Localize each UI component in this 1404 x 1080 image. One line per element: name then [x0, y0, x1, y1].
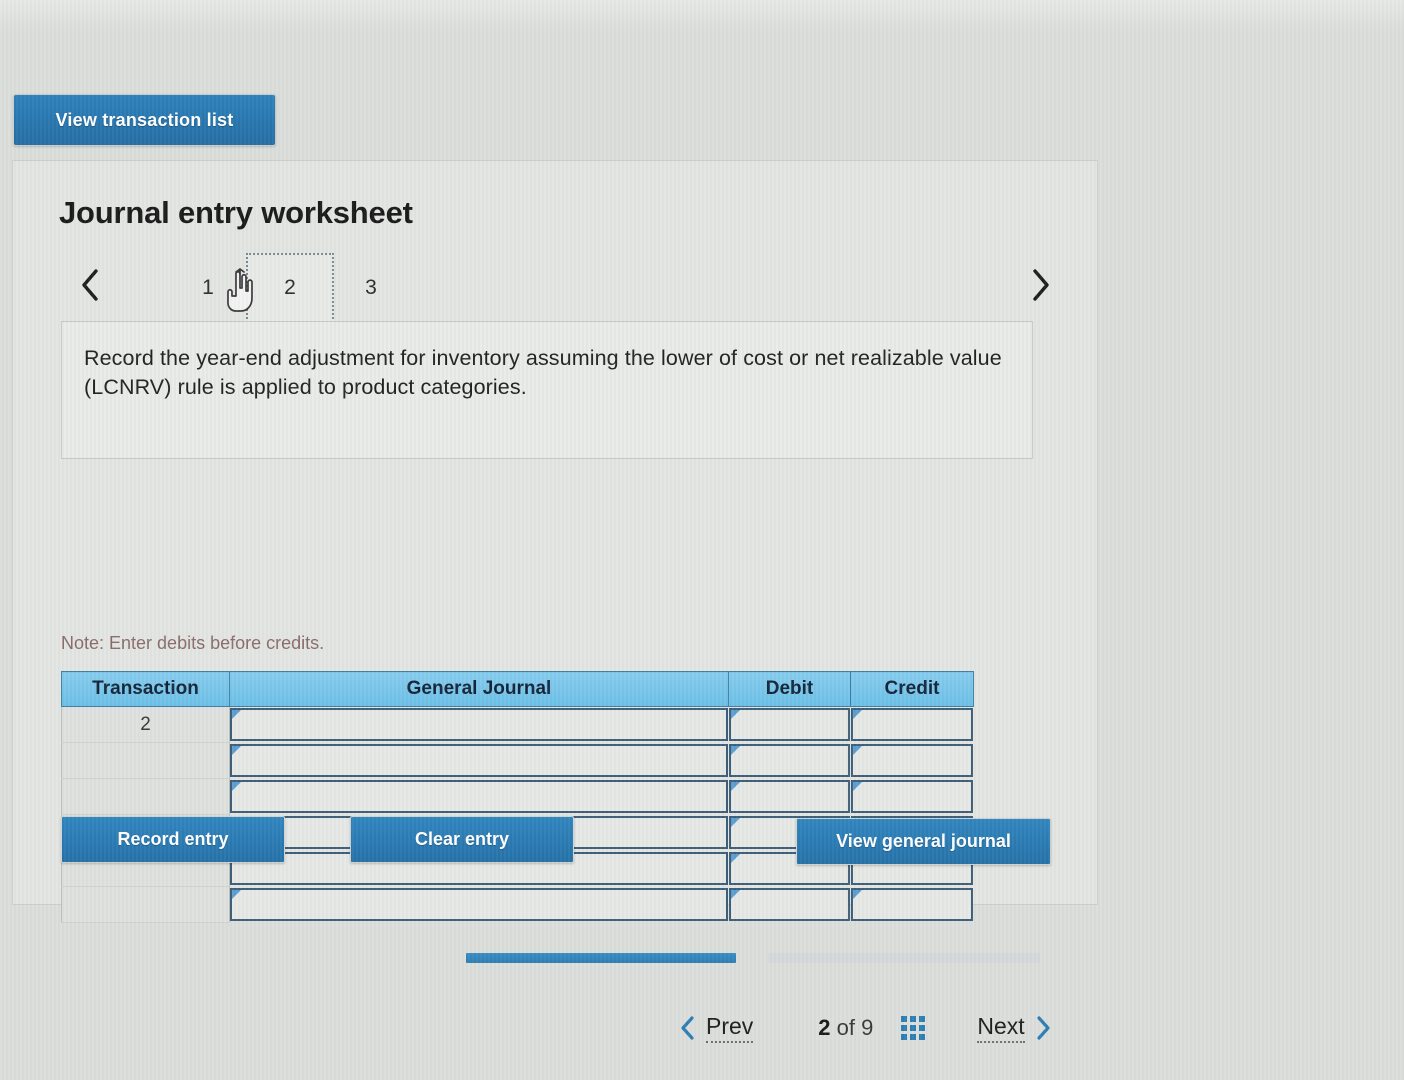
credit-input-cell[interactable]	[850, 887, 974, 923]
debits-before-credits-note: Note: Enter debits before credits.	[61, 633, 325, 653]
debit-input[interactable]	[728, 708, 850, 742]
column-header-general-journal: General Journal	[229, 671, 729, 707]
table-row	[61, 742, 974, 779]
page-title: Journal entry worksheet	[59, 195, 413, 230]
prev-page-arrow[interactable]	[680, 1015, 696, 1041]
general-journal-input[interactable]	[230, 780, 728, 813]
chevron-right-icon	[1030, 268, 1050, 302]
progress-bar	[466, 953, 1040, 963]
journal-entry-table: Transaction General Journal Debit Credit…	[61, 671, 974, 923]
next-page-link[interactable]: Next	[977, 1013, 1025, 1043]
table-row: 2	[61, 706, 974, 743]
column-header-credit: Credit	[850, 671, 974, 707]
instruction-box: Record the year-end adjustment for inven…	[61, 321, 1033, 459]
general-journal-input[interactable]	[230, 708, 728, 742]
grid-menu-icon[interactable]	[901, 1016, 926, 1040]
next-page-arrow[interactable]	[1035, 1015, 1051, 1041]
table-row	[61, 778, 974, 815]
general-journal-input-cell[interactable]	[230, 707, 729, 743]
page-indicator: 2 of 9	[818, 1015, 873, 1041]
transaction-number-cell: 2	[61, 706, 230, 743]
credit-input-cell[interactable]	[850, 779, 974, 815]
worksheet-tab-1[interactable]: 1	[164, 253, 252, 323]
general-journal-input[interactable]	[230, 888, 728, 921]
page-of-label: of	[836, 1015, 856, 1040]
credit-input[interactable]	[850, 708, 973, 742]
debit-input-cell[interactable]	[728, 707, 851, 743]
credit-input[interactable]	[850, 780, 973, 813]
journal-entry-worksheet-card: Journal entry worksheet 1 2 3 Record the…	[12, 160, 1098, 923]
column-header-debit: Debit	[728, 671, 851, 707]
transaction-number-cell	[61, 778, 230, 815]
clear-entry-button[interactable]: Clear entry	[350, 816, 574, 863]
debit-input-cell[interactable]	[728, 779, 851, 815]
worksheet-tab-2[interactable]: 2	[246, 253, 334, 323]
worksheet-pager: 1 2 3	[59, 253, 1069, 323]
bottom-navigation: Prev 2 of 9 Next	[680, 1004, 1180, 1052]
general-journal-input-cell[interactable]	[230, 887, 729, 923]
prev-page-link[interactable]: Prev	[706, 1013, 754, 1043]
general-journal-input-cell[interactable]	[230, 779, 729, 815]
screen-top-gradient	[0, 0, 1404, 30]
transaction-number-cell	[61, 742, 230, 779]
general-journal-input[interactable]	[230, 744, 728, 777]
credit-input[interactable]	[850, 744, 973, 777]
table-header-row: Transaction General Journal Debit Credit	[61, 671, 974, 707]
credit-input-cell[interactable]	[850, 743, 974, 779]
view-transaction-list-button[interactable]: View transaction list	[13, 94, 276, 146]
worksheet-next-arrow[interactable]	[1021, 259, 1059, 311]
view-general-journal-button[interactable]: View general journal	[796, 818, 1051, 865]
record-entry-button[interactable]: Record entry	[61, 816, 285, 863]
progress-remaining-segment	[768, 953, 1040, 963]
debit-input-cell[interactable]	[728, 743, 851, 779]
debit-input[interactable]	[728, 780, 850, 813]
general-journal-input-cell[interactable]	[230, 743, 729, 779]
credit-input[interactable]	[850, 888, 973, 921]
debit-input[interactable]	[728, 888, 850, 921]
transaction-number-cell	[61, 886, 230, 923]
column-header-transaction: Transaction	[61, 671, 230, 707]
worksheet-tab-3[interactable]: 3	[327, 253, 415, 323]
debit-input[interactable]	[728, 744, 850, 777]
worksheet-prev-arrow[interactable]	[71, 259, 109, 311]
debit-input-cell[interactable]	[728, 887, 851, 923]
chevron-left-icon	[80, 268, 100, 302]
total-page-count: 9	[861, 1015, 874, 1040]
current-page-number: 2	[818, 1015, 831, 1040]
progress-completed-segment	[466, 953, 736, 963]
instruction-text: Record the year-end adjustment for inven…	[84, 346, 1002, 399]
table-row	[61, 886, 974, 923]
credit-input-cell[interactable]	[850, 707, 974, 743]
